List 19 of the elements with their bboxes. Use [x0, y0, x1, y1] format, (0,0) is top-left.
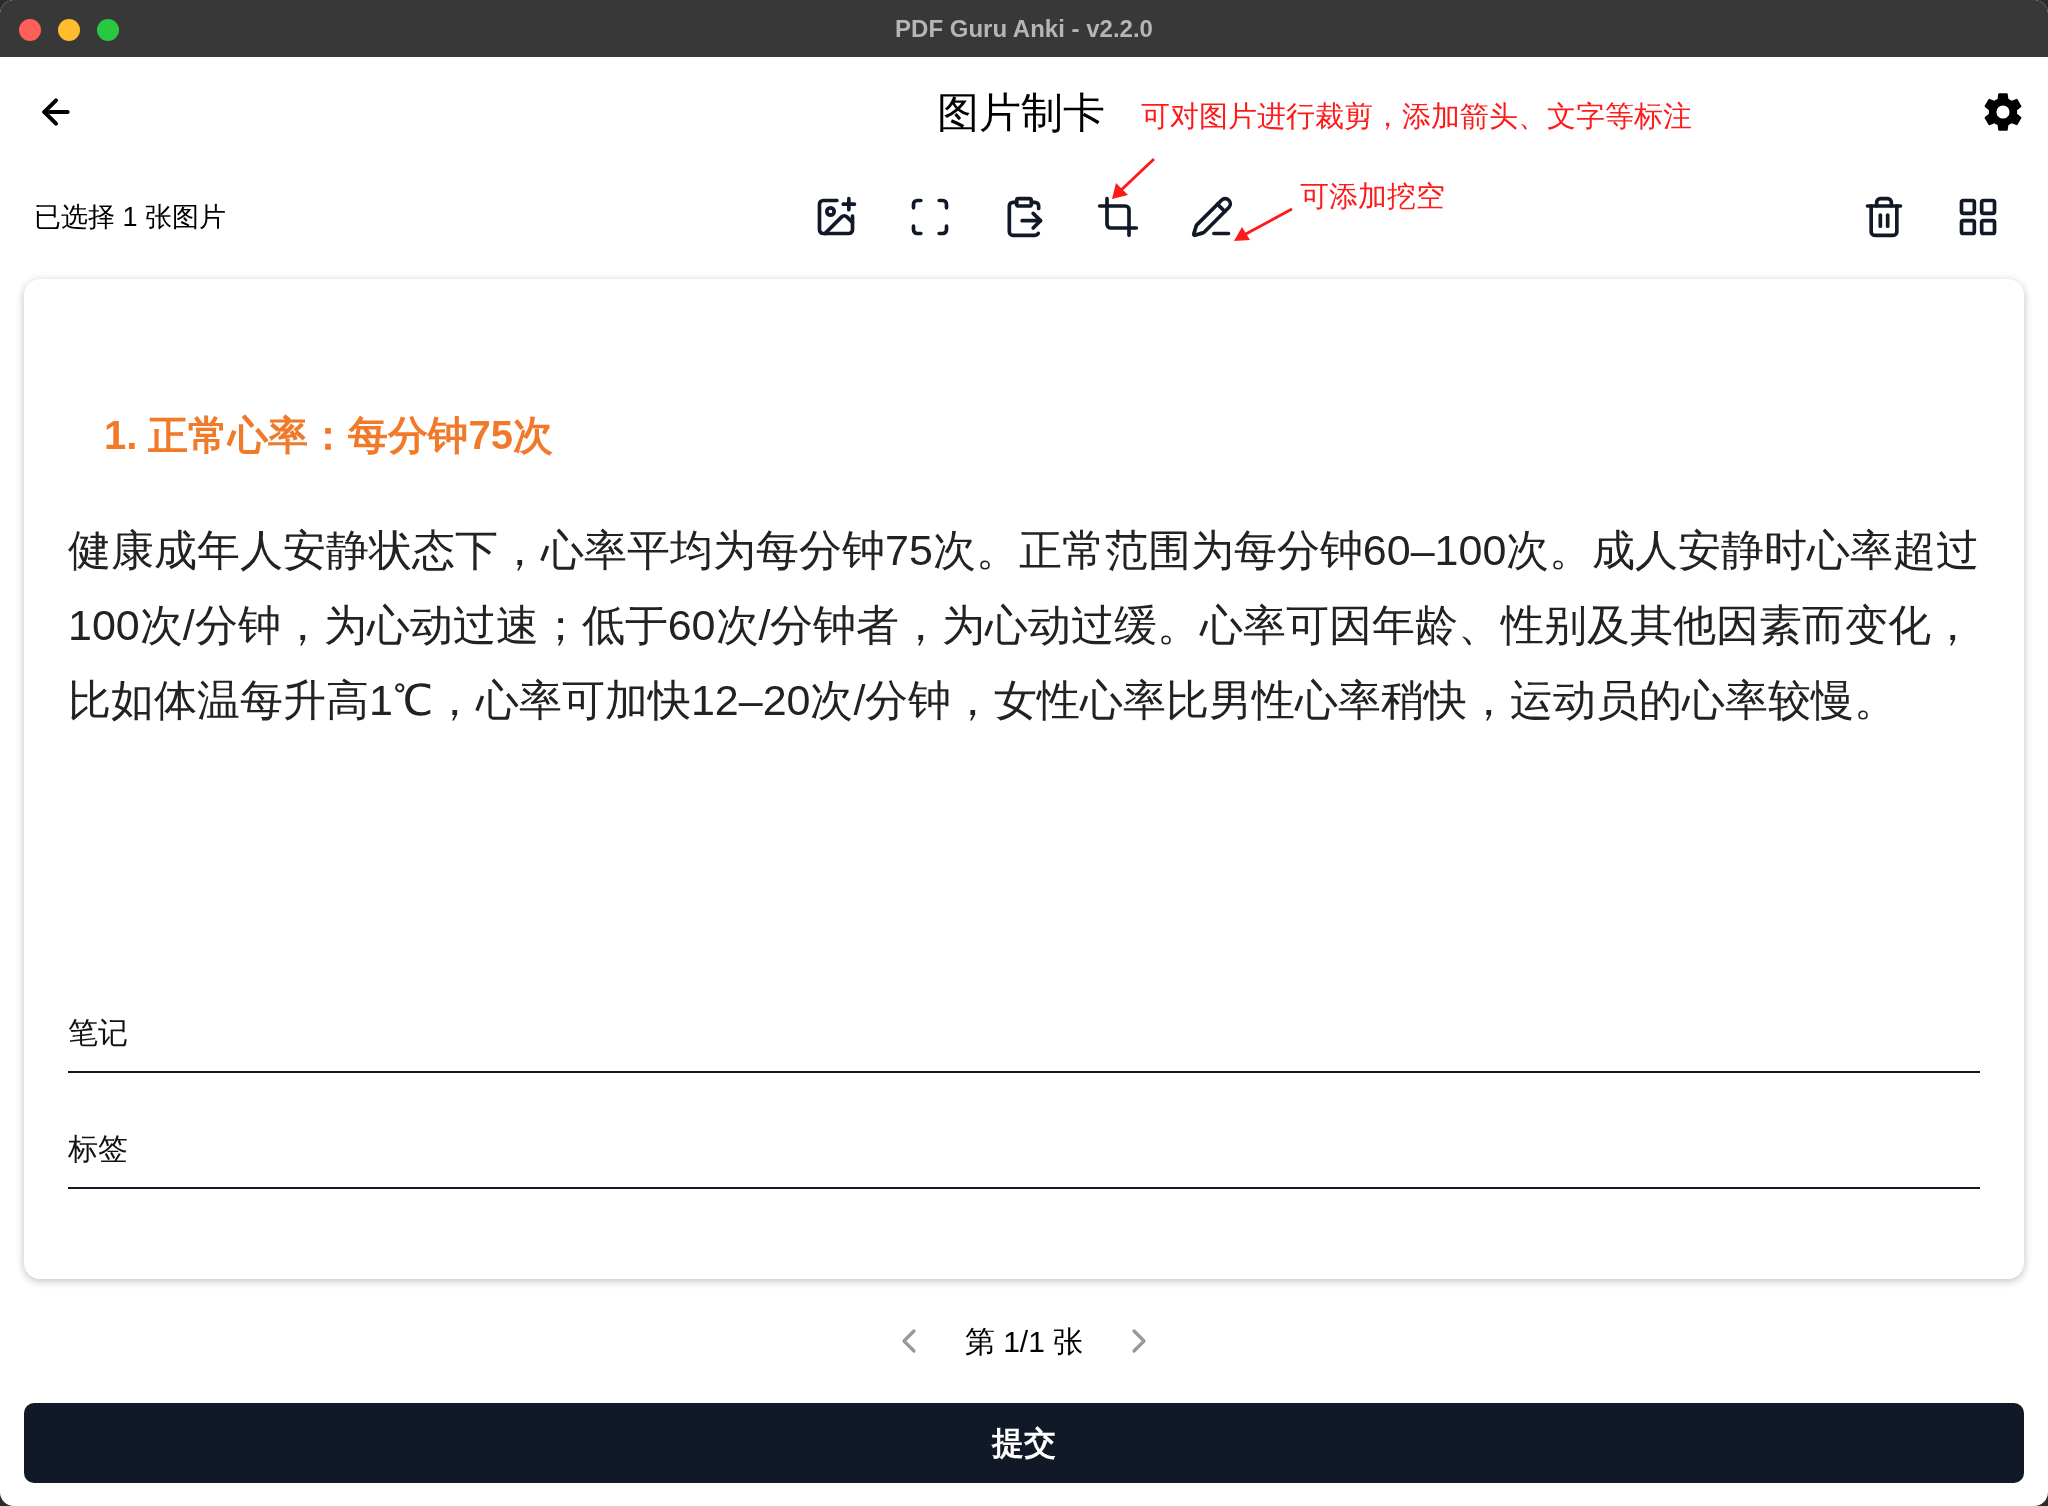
page-indicator: 第 1/1 张	[964, 1323, 1084, 1360]
annotation-arrow	[1232, 207, 1294, 243]
crop-icon[interactable]	[1096, 195, 1140, 239]
annotation-arrow	[1110, 157, 1156, 201]
annotation-text: 可对图片进行裁剪，添加箭头、文字等标注	[1141, 99, 1692, 134]
selection-count: 已选择 1 张图片	[33, 200, 228, 234]
page-title: 图片制卡	[937, 87, 1105, 138]
pencil-icon[interactable]	[1190, 195, 1234, 239]
minimize-window-button[interactable]	[58, 19, 80, 41]
close-window-button[interactable]	[19, 19, 41, 41]
annotation-text: 可添加挖空	[1300, 179, 1445, 214]
zoom-window-button[interactable]	[97, 19, 119, 41]
window-title: PDF Guru Anki - v2.2.0	[895, 13, 1153, 44]
card-paragraph: 健康成年人安静状态下，心率平均为每分钟75次。正常范围为每分钟60–100次。成人安静时心率超过100次/分钟，为心动过速；低于60次/分钟者，为心动过缓。心率可因年龄、性别及其他因素而变化，比如体温每升高1℃，心率可加快12–20次/分钟，女性心率比男性心率稍快，运动员的心率较慢。	[68, 525, 1981, 726]
text-field[interactable]: 标签	[68, 1103, 1980, 1189]
settings-icon[interactable]	[1982, 91, 2024, 133]
submit-button[interactable]: 提交	[24, 1403, 2024, 1483]
text-field[interactable]: 笔记	[68, 987, 1980, 1073]
card-heading: 1. 正常心率：每分钟75次	[104, 412, 554, 459]
